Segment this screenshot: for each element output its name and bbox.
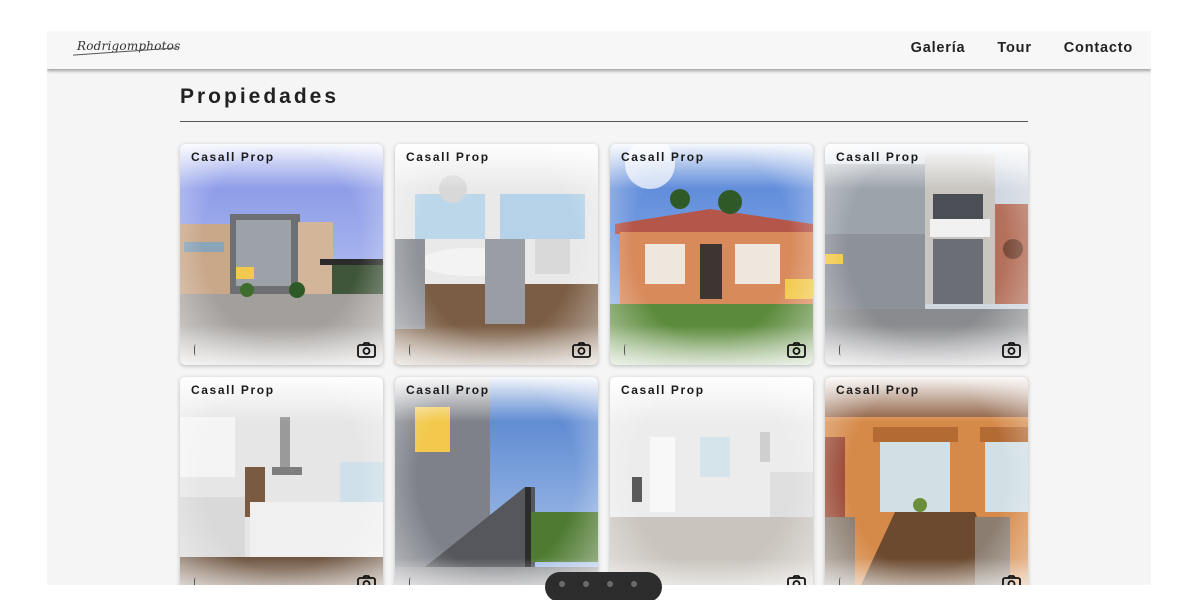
camera-icon[interactable] [572,342,591,358]
title-divider [180,121,1028,122]
camera-icon[interactable] [1002,342,1021,358]
decorative-mark [194,577,198,585]
card-agency-label: Casall Prop [621,383,705,397]
card-agency-label: Casall Prop [621,150,705,164]
nav-link-galeria[interactable]: Galería [911,40,966,56]
toolbar-dot[interactable] [631,581,637,587]
nav-link-contacto[interactable]: Contacto [1064,40,1133,56]
camera-icon[interactable] [1002,575,1021,585]
card-agency-label: Casall Prop [191,150,275,164]
top-navbar: Rodrigomphotos Galería Tour Contacto [47,31,1151,69]
page-frame: Rodrigomphotos Galería Tour Contacto Pro… [47,31,1151,585]
property-card[interactable]: Casall Prop [825,144,1028,365]
decorative-mark [624,344,628,356]
toolbar-dot[interactable] [583,581,589,587]
property-card[interactable]: Casall Prop [395,144,598,365]
card-agency-label: Casall Prop [191,383,275,397]
page-title: Propiedades [180,85,340,108]
camera-icon[interactable] [787,575,806,585]
decorative-mark [409,344,413,356]
property-card[interactable]: Casall Prop [610,144,813,365]
decorative-mark [839,344,843,356]
decorative-mark [409,577,413,585]
card-agency-label: Casall Prop [836,383,920,397]
decorative-mark [839,577,843,585]
nav-link-tour[interactable]: Tour [997,40,1031,56]
main-nav: Galería Tour Contacto [911,40,1133,56]
property-card[interactable]: Casall Prop [180,377,383,585]
property-card[interactable]: Casall Prop [395,377,598,585]
property-card[interactable]: Casall Prop [825,377,1028,585]
property-card[interactable]: Casall Prop [610,377,813,585]
toolbar-dot[interactable] [607,581,613,587]
camera-icon[interactable] [357,575,376,585]
floating-toolbar[interactable] [545,572,662,600]
toolbar-dot[interactable] [559,581,565,587]
camera-icon[interactable] [357,342,376,358]
property-card[interactable]: Casall Prop [180,144,383,365]
card-agency-label: Casall Prop [406,383,490,397]
card-agency-label: Casall Prop [406,150,490,164]
camera-icon[interactable] [787,342,806,358]
decorative-mark [194,344,198,356]
card-agency-label: Casall Prop [836,150,920,164]
